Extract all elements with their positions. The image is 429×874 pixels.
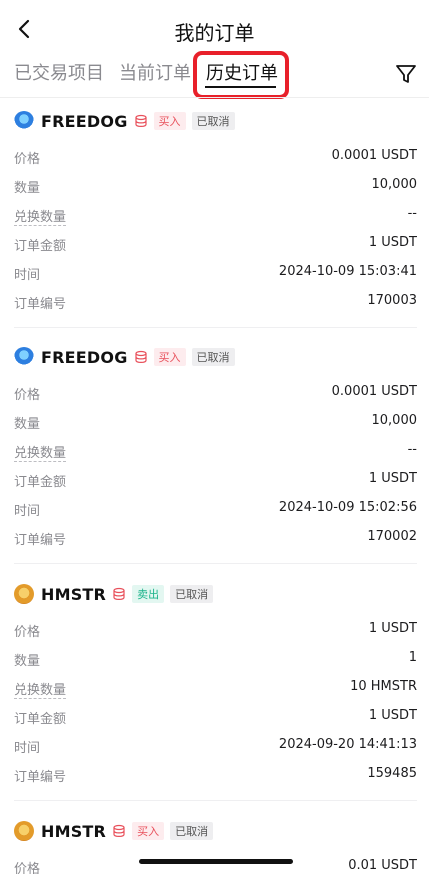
price-label: 价格 bbox=[14, 388, 41, 403]
price-label: 价格 bbox=[14, 862, 41, 874]
coin-stack-icon bbox=[134, 114, 147, 127]
order-no-value: 170003 bbox=[367, 293, 417, 308]
hmstr-coin-icon bbox=[14, 821, 34, 841]
order-no-label: 订单编号 bbox=[14, 297, 67, 312]
price-value: 0.01 USDT bbox=[348, 858, 417, 873]
side-badge: 卖出 bbox=[132, 585, 165, 603]
time-label: 时间 bbox=[14, 741, 41, 756]
coin-name: FREEDOG bbox=[41, 111, 128, 131]
order-no-row: 订单编号 170002 bbox=[14, 529, 417, 549]
time-value: 2024-10-09 15:03:41 bbox=[278, 264, 417, 279]
order-no-value: 170002 bbox=[367, 529, 417, 544]
amount-label: 订单金额 bbox=[14, 239, 67, 254]
amount-row: 订单金额 1 USDT bbox=[14, 471, 417, 491]
freedog-coin-icon bbox=[14, 111, 34, 131]
home-indicator[interactable] bbox=[139, 859, 293, 864]
price-value: 0.0001 USDT bbox=[331, 148, 417, 163]
order-no-row: 订单编号 159485 bbox=[14, 766, 417, 786]
time-value: 2024-09-20 14:41:13 bbox=[278, 737, 417, 752]
price-value: 1 USDT bbox=[368, 621, 417, 636]
coin-name: FREEDOG bbox=[41, 347, 128, 367]
price-label: 价格 bbox=[14, 152, 41, 167]
qty-label: 数量 bbox=[14, 181, 41, 196]
amount-value: 1 USDT bbox=[368, 708, 417, 723]
qty-value: 10,000 bbox=[371, 413, 418, 428]
side-badge: 买入 bbox=[132, 822, 165, 840]
order-no-label: 订单编号 bbox=[14, 533, 67, 548]
exchange-qty-row: 兑换数量 10 HMSTR bbox=[14, 679, 417, 699]
coin-name: HMSTR bbox=[41, 584, 107, 604]
order-no-row: 订单编号 170003 bbox=[14, 293, 417, 313]
status-badge: 已取消 bbox=[170, 585, 214, 603]
qty-label: 数量 bbox=[14, 417, 41, 432]
hmstr-coin-icon bbox=[14, 584, 34, 604]
order-no-label: 订单编号 bbox=[14, 770, 67, 785]
qty-row: 数量 10,000 bbox=[14, 177, 417, 197]
header: 我的订单 bbox=[0, 0, 429, 50]
highlight-annotation bbox=[193, 51, 289, 99]
time-label: 时间 bbox=[14, 504, 41, 519]
coin-stack-icon bbox=[134, 350, 147, 363]
order-divider bbox=[14, 327, 417, 328]
order-header: HMSTR 买入 已取消 bbox=[14, 819, 214, 843]
freedog-coin-icon bbox=[14, 347, 34, 367]
side-badge: 买入 bbox=[153, 348, 186, 366]
exchange-qty-value: -- bbox=[407, 206, 417, 221]
time-value: 2024-10-09 15:02:56 bbox=[278, 500, 417, 515]
coin-stack-icon bbox=[113, 824, 125, 837]
coin-stack-icon bbox=[113, 587, 125, 600]
price-row: 价格 0.0001 USDT bbox=[14, 148, 417, 168]
status-badge: 已取消 bbox=[191, 348, 235, 366]
qty-value: 1 bbox=[408, 650, 417, 665]
price-value: 0.0001 USDT bbox=[331, 384, 417, 399]
amount-label: 订单金额 bbox=[14, 475, 67, 490]
status-badge: 已取消 bbox=[191, 112, 235, 130]
order-header: FREEDOG 买入 已取消 bbox=[14, 345, 235, 369]
amount-value: 1 USDT bbox=[368, 235, 417, 250]
time-row: 时间 2024-10-09 15:02:56 bbox=[14, 500, 417, 520]
amount-row: 订单金额 1 USDT bbox=[14, 708, 417, 728]
status-badge: 已取消 bbox=[170, 822, 214, 840]
exchange-qty-label[interactable]: 兑换数量 bbox=[14, 442, 67, 462]
exchange-qty-row: 兑换数量 -- bbox=[14, 442, 417, 462]
filter-icon[interactable] bbox=[394, 62, 418, 86]
price-row: 价格 1 USDT bbox=[14, 621, 417, 641]
order-header: HMSTR 卖出 已取消 bbox=[14, 582, 214, 606]
order-no-value: 159485 bbox=[367, 766, 417, 781]
price-row: 价格 0.0001 USDT bbox=[14, 384, 417, 404]
coin-name: HMSTR bbox=[41, 821, 107, 841]
exchange-qty-row: 兑换数量 -- bbox=[14, 206, 417, 226]
amount-row: 订单金额 1 USDT bbox=[14, 235, 417, 255]
qty-row: 数量 10,000 bbox=[14, 413, 417, 433]
amount-value: 1 USDT bbox=[368, 471, 417, 486]
tab-traded-items[interactable]: 已交易项目 bbox=[14, 59, 104, 85]
qty-label: 数量 bbox=[14, 654, 41, 669]
time-label: 时间 bbox=[14, 268, 41, 283]
exchange-qty-label[interactable]: 兑换数量 bbox=[14, 679, 67, 699]
qty-value: 10,000 bbox=[371, 177, 418, 192]
order-header: FREEDOG 买入 已取消 bbox=[14, 109, 235, 133]
side-badge: 买入 bbox=[153, 112, 186, 130]
qty-row: 数量 1 bbox=[14, 650, 417, 670]
page-title: 我的订单 bbox=[174, 21, 255, 45]
order-divider bbox=[14, 800, 417, 801]
exchange-qty-value: 10 HMSTR bbox=[350, 679, 417, 694]
tab-current-orders[interactable]: 当前订单 bbox=[119, 59, 191, 85]
order-divider bbox=[14, 563, 417, 564]
time-row: 时间 2024-09-20 14:41:13 bbox=[14, 737, 417, 757]
amount-label: 订单金额 bbox=[14, 712, 67, 727]
price-label: 价格 bbox=[14, 625, 41, 640]
exchange-qty-value: -- bbox=[407, 442, 417, 457]
time-row: 时间 2024-10-09 15:03:41 bbox=[14, 264, 417, 284]
tabs-divider bbox=[0, 97, 429, 98]
exchange-qty-label[interactable]: 兑换数量 bbox=[14, 206, 67, 226]
